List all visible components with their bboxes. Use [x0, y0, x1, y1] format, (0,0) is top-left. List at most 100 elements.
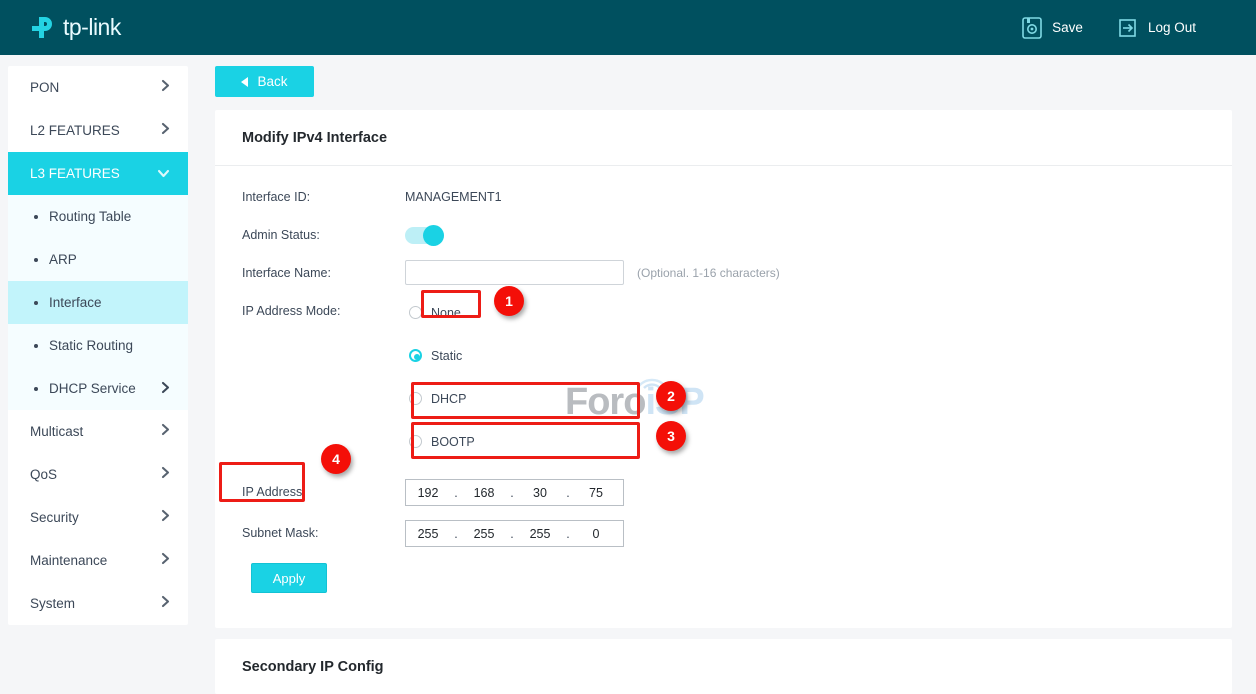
sidebar-item-l2-features[interactable]: L2 FEATURES [8, 109, 188, 152]
admin-status-label: Admin Status: [215, 222, 405, 248]
sidebar-item-l3-features[interactable]: L3 FEATURES [8, 152, 188, 195]
tp-link-logo-icon [26, 13, 56, 43]
sidebar-item-label: QoS [30, 467, 57, 482]
subnet-mask-octet-2[interactable] [462, 527, 506, 541]
logout-button[interactable]: Log Out [1117, 16, 1196, 40]
sidebar-item-label: System [30, 596, 75, 611]
sidebar-item-label: PON [30, 80, 59, 95]
bullet-icon [34, 258, 38, 262]
save-gear-icon [1021, 16, 1043, 40]
ip-address-octet-4[interactable] [574, 486, 618, 500]
field-row-interface-name: Interface Name: (Optional. 1-16 characte… [215, 260, 1232, 289]
ip-address-mode-radio-group: None Static DHCP BOOTP [405, 298, 481, 470]
octet-separator: . [562, 486, 574, 500]
back-button-label: Back [257, 74, 287, 89]
save-button[interactable]: Save [1021, 16, 1083, 40]
subnet-mask-octet-3[interactable] [518, 527, 562, 541]
brand-logo-area: tp-link [0, 13, 121, 43]
sidebar-item-arp[interactable]: ARP [8, 238, 188, 281]
form-body: ForoiSP Interface ID: MANAGEMENT1 Admin … [215, 166, 1232, 628]
interface-id-label: Interface ID: [215, 184, 405, 210]
octet-separator: . [562, 527, 574, 541]
back-button[interactable]: Back [215, 66, 314, 97]
interface-name-input[interactable] [405, 260, 624, 285]
sidebar-item-dhcp-service[interactable]: DHCP Service [8, 367, 188, 410]
subnet-mask-octet-4[interactable] [574, 527, 618, 541]
secondary-ip-config-panel: Secondary IP Config [215, 639, 1232, 694]
radio-icon [409, 435, 422, 448]
radio-icon [409, 306, 422, 319]
bullet-icon [34, 215, 38, 219]
brand-name: tp-link [63, 14, 121, 41]
sidebar-item-pon[interactable]: PON [8, 66, 188, 109]
sidebar-item-maintenance[interactable]: Maintenance [8, 539, 188, 582]
ip-address-octet-2[interactable] [462, 486, 506, 500]
chevron-right-icon [161, 423, 170, 439]
octet-separator: . [450, 527, 462, 541]
save-label: Save [1052, 20, 1083, 35]
apply-button[interactable]: Apply [251, 563, 327, 593]
sidebar-subitem-label: Interface [49, 295, 102, 310]
toggle-knob [423, 225, 444, 246]
octet-separator: . [506, 486, 518, 500]
ip-address-label: IP Address: [215, 479, 405, 505]
sidebar-submenu-l3-features: Routing Table ARP Interface Static Routi… [8, 195, 188, 410]
interface-name-hint: (Optional. 1-16 characters) [637, 260, 780, 287]
sidebar-item-label: L3 FEATURES [30, 166, 120, 181]
interface-id-value: MANAGEMENT1 [405, 184, 502, 210]
sidebar-item-interface[interactable]: Interface [8, 281, 188, 324]
octet-separator: . [506, 527, 518, 541]
radio-option-none[interactable]: None [405, 298, 467, 327]
sidebar-item-security[interactable]: Security [8, 496, 188, 539]
field-row-subnet-mask: Subnet Mask: . . . [215, 520, 1232, 549]
ip-address-octet-3[interactable] [518, 486, 562, 500]
sidebar-item-static-routing[interactable]: Static Routing [8, 324, 188, 367]
subnet-mask-octet-1[interactable] [406, 527, 450, 541]
chevron-down-icon [157, 166, 170, 181]
top-header-bar: tp-link Save Log Out [0, 0, 1256, 55]
bullet-icon [34, 387, 38, 391]
radio-option-dhcp[interactable]: DHCP [405, 384, 472, 413]
sidebar-subitem-label: Static Routing [49, 338, 133, 353]
field-row-ip-address-mode: IP Address Mode: None Static DHCP [215, 298, 1232, 470]
field-row-ip-address: IP Address: . . . [215, 479, 1232, 508]
sidebar-item-label: Security [30, 510, 79, 525]
sidebar-subitem-label: DHCP Service [49, 381, 136, 396]
sidebar-item-multicast[interactable]: Multicast [8, 410, 188, 453]
radio-label: DHCP [431, 392, 466, 406]
sidebar-item-label: Maintenance [30, 553, 107, 568]
radio-label: None [431, 306, 461, 320]
sidebar-item-qos[interactable]: QoS [8, 453, 188, 496]
main-content: Back Modify IPv4 Interface ForoiSP Inter… [205, 66, 1248, 694]
subnet-mask-field[interactable]: . . . [405, 520, 624, 547]
chevron-right-icon [161, 79, 170, 95]
ip-address-field[interactable]: . . . [405, 479, 624, 506]
page-title: Modify IPv4 Interface [215, 110, 1232, 166]
bullet-icon [34, 301, 38, 305]
subnet-mask-label: Subnet Mask: [215, 520, 405, 546]
radio-label: BOOTP [431, 435, 475, 449]
logout-arrow-icon [1117, 16, 1139, 40]
sidebar-item-routing-table[interactable]: Routing Table [8, 195, 188, 238]
interface-name-label: Interface Name: [215, 260, 405, 286]
logout-label: Log Out [1148, 20, 1196, 35]
radio-option-static[interactable]: Static [405, 341, 468, 370]
sidebar-subitem-label: Routing Table [49, 209, 131, 224]
radio-option-bootp[interactable]: BOOTP [405, 427, 481, 456]
chevron-right-icon [161, 122, 170, 138]
chevron-right-icon [161, 595, 170, 611]
chevron-right-icon [161, 509, 170, 525]
ip-address-octet-1[interactable] [406, 486, 450, 500]
bullet-icon [34, 344, 38, 348]
header-actions: Save Log Out [987, 16, 1256, 40]
sidebar-item-label: L2 FEATURES [30, 123, 120, 138]
sidebar-navigation: PON L2 FEATURES L3 FEATURES Routing Tabl… [8, 66, 188, 625]
ip-address-mode-label: IP Address Mode: [215, 298, 405, 324]
sidebar-item-label: Multicast [30, 424, 83, 439]
sidebar-subitem-label: ARP [49, 252, 77, 267]
sidebar-item-system[interactable]: System [8, 582, 188, 625]
chevron-right-icon [161, 381, 170, 397]
admin-status-toggle[interactable] [405, 227, 444, 244]
radio-icon [409, 392, 422, 405]
secondary-panel-title: Secondary IP Config [215, 639, 1232, 694]
